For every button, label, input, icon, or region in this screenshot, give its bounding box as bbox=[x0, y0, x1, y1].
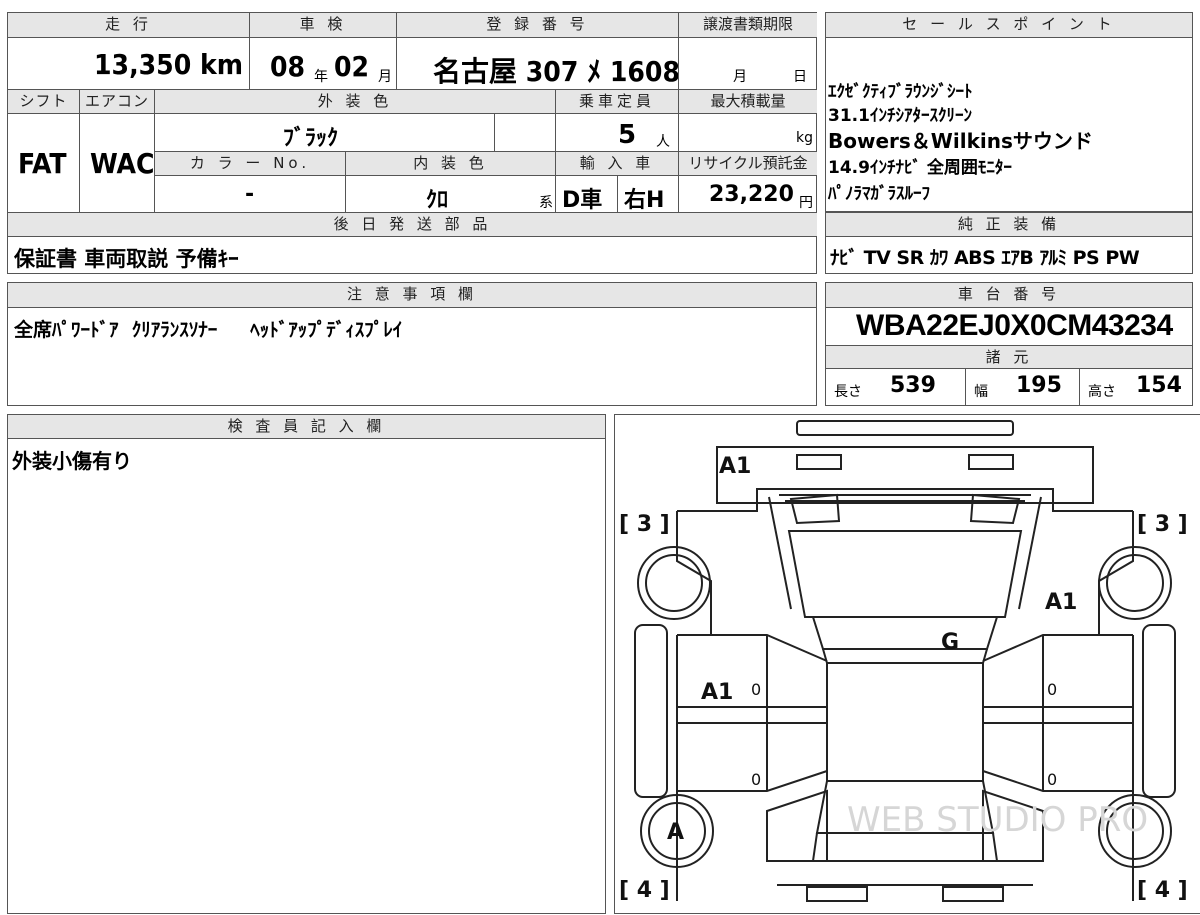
max-load-cell: kg bbox=[679, 114, 817, 152]
sales-point-line-4: 14.9ｲﾝﾁﾅﾋﾞ 全周囲ﾓﾆﾀｰ bbox=[828, 158, 1012, 178]
height-cell: 高さ 154 bbox=[1080, 369, 1192, 405]
equipment-value: ﾅﾋﾞ TV SR ｶﾜ ABS ｴｱB ｱﾙﾐ PS PW bbox=[830, 247, 1140, 269]
sales-point-line-2: 31.1ｲﾝﾁｼｱﾀｰｽｸﾘｰﾝ bbox=[828, 106, 972, 126]
capacity-cell: 5 人 bbox=[556, 114, 679, 152]
inspection-month-unit: 月 bbox=[378, 69, 392, 85]
inspection-cell: 08 年 02 月 bbox=[250, 38, 397, 90]
capacity-header: 乗車定員 bbox=[556, 90, 679, 114]
door-zero-rr: 0 bbox=[1047, 770, 1057, 789]
sales-point-line-1: ｴｸｾﾞｸﾃｨﾌﾞﾗｳﾝｼﾞｼｰﾄ bbox=[828, 82, 973, 102]
chassis-panel: 車 台 番 号 WBA22EJ0X0CM43234 諸 元 長さ 539 幅 1… bbox=[825, 282, 1193, 406]
vehicle-info-table: 走 行 車 検 登 録 番 号 譲渡書類期限 13,350 km 08 年 02… bbox=[7, 12, 817, 274]
capacity-unit: 人 bbox=[656, 134, 670, 150]
steering-cell: 右H bbox=[618, 176, 679, 213]
width-label: 幅 bbox=[974, 384, 988, 400]
inspection-month: 02 bbox=[334, 50, 370, 83]
door-zero-rf: 0 bbox=[1047, 680, 1057, 699]
shift-value: FAT bbox=[18, 147, 67, 180]
later-parts-value: 保証書 車両取説 予備ｷｰ bbox=[14, 247, 239, 271]
aircon-header: エアコン bbox=[80, 90, 155, 114]
width-value: 195 bbox=[1016, 373, 1062, 398]
inspector-comment: 外装小傷有り bbox=[12, 449, 132, 473]
equipment-header: 純 正 装 備 bbox=[826, 213, 1192, 237]
mark-left-front-bracket: [ 3 ] bbox=[619, 512, 670, 537]
damage-diagram-panel: WEB STUDIO PRO A1 [ 3 ] [ 3 ] A1 G A1 A … bbox=[614, 414, 1200, 914]
exterior-color-cell: ﾌﾞﾗｯｸ bbox=[155, 114, 495, 152]
chassis-number: WBA22EJ0X0CM43234 bbox=[856, 309, 1173, 342]
notes-panel: 注 意 事 項 欄 全席ﾊﾟﾜｰﾄﾞｱ ｸﾘｱﾗﾝｽｿﾅｰ ﾍｯﾄﾞｱｯﾌﾟﾃﾞ… bbox=[7, 282, 817, 406]
steering-value: 右H bbox=[624, 188, 665, 213]
mark-left-rear-wheel: A bbox=[667, 820, 684, 845]
length-label: 長さ bbox=[834, 384, 862, 400]
transfer-month-unit: 月 bbox=[733, 69, 747, 85]
interior-color-header: 内 装 色 bbox=[346, 152, 556, 176]
color-no-value: - bbox=[245, 182, 255, 207]
sales-points-header: セ ー ル ス ポ イ ン ト bbox=[826, 13, 1192, 38]
mark-left-front-door: A1 bbox=[701, 680, 733, 705]
sales-point-line-5: ﾊﾟﾉﾗﾏｶﾞﾗｽﾙｰﾌ bbox=[828, 184, 930, 204]
transfer-deadline-header: 譲渡書類期限 bbox=[679, 13, 817, 38]
height-value: 154 bbox=[1136, 373, 1182, 398]
length-value: 539 bbox=[890, 373, 936, 398]
import-value: D車 bbox=[562, 188, 603, 213]
import-header: 輸 入 車 bbox=[556, 152, 679, 176]
max-load-header: 最大積載量 bbox=[679, 90, 817, 114]
aircon-value: WAC bbox=[90, 147, 155, 180]
interior-color-suffix: 系 bbox=[539, 195, 553, 211]
height-label: 高さ bbox=[1088, 384, 1116, 400]
aircon-cell: WAC bbox=[80, 114, 155, 213]
spec-header: 諸 元 bbox=[826, 345, 1192, 369]
color-no-cell: - bbox=[155, 176, 346, 213]
door-zero-lf: 0 bbox=[751, 680, 761, 699]
car-diagram: WEB STUDIO PRO A1 [ 3 ] [ 3 ] A1 G A1 A … bbox=[619, 420, 1188, 903]
shift-header: シフト bbox=[8, 90, 80, 114]
interior-color-value: ｸﾛ bbox=[426, 188, 449, 213]
recycle-cell: 23,220 円 bbox=[679, 176, 817, 213]
equipment-panel: 純 正 装 備 ﾅﾋﾞ TV SR ｶﾜ ABS ｴｱB ｱﾙﾐ PS PW bbox=[825, 212, 1193, 274]
inspector-panel: 検 査 員 記 入 欄 外装小傷有り bbox=[7, 414, 606, 914]
width-cell: 幅 195 bbox=[966, 369, 1080, 405]
mileage-header: 走 行 bbox=[8, 13, 250, 38]
mark-right-rear-bracket: [ 4 ] bbox=[1137, 878, 1188, 903]
transfer-day-unit: 日 bbox=[793, 69, 807, 85]
mark-right-front-fender: A1 bbox=[1045, 590, 1077, 615]
inspector-header: 検 査 員 記 入 欄 bbox=[8, 415, 605, 439]
registration-cell: 名古屋 307 ﾒ 1608 bbox=[397, 38, 679, 90]
registration-value: 名古屋 307 ﾒ 1608 bbox=[433, 55, 679, 88]
mileage-cell: 13,350 km bbox=[8, 38, 250, 90]
mark-roof: G bbox=[941, 630, 959, 655]
transfer-deadline-cell: 月 日 bbox=[679, 38, 817, 90]
recycle-header: リサイクル預託金 bbox=[679, 152, 817, 176]
door-zero-lr: 0 bbox=[751, 770, 761, 789]
capacity-value: 5 bbox=[618, 120, 637, 150]
mark-left-rear-bracket: [ 4 ] bbox=[619, 878, 670, 903]
sales-point-line-3: Bowers＆Wilkinsサウンド bbox=[828, 129, 1093, 153]
later-parts-header: 後 日 発 送 部 品 bbox=[8, 213, 817, 237]
shift-cell: FAT bbox=[8, 114, 80, 213]
interior-color-cell: ｸﾛ 系 bbox=[346, 176, 556, 213]
mark-right-front-bracket: [ 3 ] bbox=[1137, 512, 1188, 537]
inspection-year-unit: 年 bbox=[314, 69, 328, 85]
inspection-header: 車 検 bbox=[250, 13, 397, 38]
recycle-unit: 円 bbox=[799, 195, 813, 211]
exterior-color-header: 外 装 色 bbox=[155, 90, 556, 114]
color-no-header: カ ラ ー No. bbox=[155, 152, 346, 176]
registration-header: 登 録 番 号 bbox=[397, 13, 679, 38]
mileage-value: 13,350 km bbox=[94, 48, 243, 81]
recycle-value: 23,220 bbox=[709, 182, 794, 207]
length-cell: 長さ 539 bbox=[826, 369, 966, 405]
exterior-color-extra-cell bbox=[495, 114, 556, 152]
mark-front-bumper: A1 bbox=[719, 454, 751, 479]
diagram-watermark: WEB STUDIO PRO bbox=[847, 800, 1148, 840]
exterior-color-value: ﾌﾞﾗｯｸ bbox=[283, 126, 339, 151]
sales-points-panel: セ ー ル ス ポ イ ン ト ｴｸｾﾞｸﾃｨﾌﾞﾗｳﾝｼﾞｼｰﾄ 31.1ｲﾝ… bbox=[825, 12, 1193, 212]
notes-header: 注 意 事 項 欄 bbox=[8, 283, 816, 308]
max-load-unit: kg bbox=[796, 130, 813, 146]
import-cell: D車 bbox=[556, 176, 618, 213]
notes-value: 全席ﾊﾟﾜｰﾄﾞｱ ｸﾘｱﾗﾝｽｿﾅｰ ﾍｯﾄﾞｱｯﾌﾟﾃﾞｨｽﾌﾟﾚｲ bbox=[14, 319, 403, 341]
inspection-year: 08 bbox=[270, 50, 306, 83]
chassis-header: 車 台 番 号 bbox=[826, 283, 1192, 308]
